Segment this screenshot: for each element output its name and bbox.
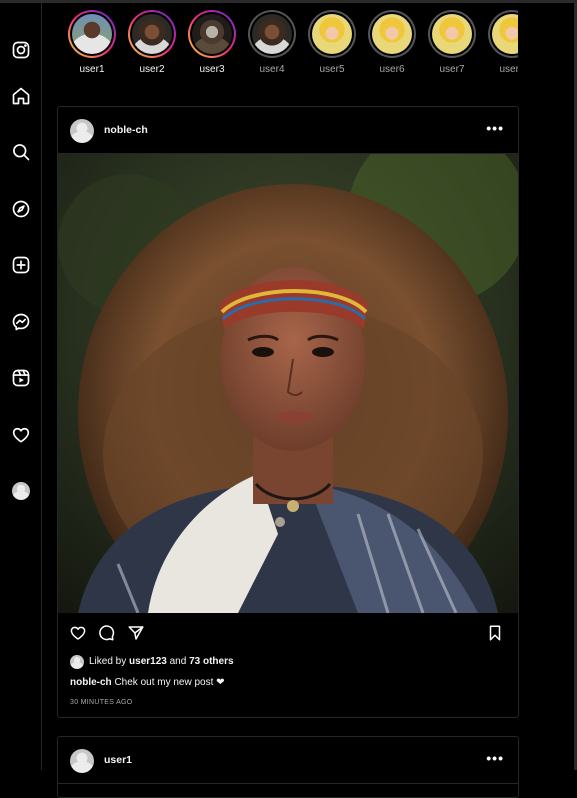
caption-username[interactable]: noble-ch: [70, 677, 112, 688]
story-label: user2: [139, 64, 165, 75]
post-username[interactable]: user1: [104, 754, 132, 766]
explore-icon[interactable]: [10, 198, 32, 220]
create-icon[interactable]: [10, 254, 32, 276]
story-ring: [488, 10, 518, 58]
avatar: [432, 14, 472, 54]
instagram-icon[interactable]: [10, 39, 32, 61]
portrait-photo: [58, 154, 518, 613]
story-user7[interactable]: user7: [422, 10, 482, 75]
likes-text: Liked by user123 and 73 others: [89, 656, 234, 667]
share-icon[interactable]: [127, 624, 147, 644]
story-ring: [188, 10, 236, 58]
sidebar-nav: [0, 3, 42, 770]
liked-by-user-link[interactable]: user123: [129, 656, 167, 667]
liked-by-and: and: [169, 656, 187, 667]
liked-by-prefix: Liked by: [89, 656, 127, 667]
story-user1[interactable]: user1: [62, 10, 122, 75]
avatar: [492, 14, 518, 54]
search-icon[interactable]: [10, 141, 32, 163]
story-user5[interactable]: user5: [302, 10, 362, 75]
stories-tray: user1 user2 user3 user4 user5 user6 user…: [62, 10, 518, 80]
heart-icon[interactable]: [10, 424, 32, 446]
like-heart-icon[interactable]: [69, 624, 89, 644]
post-timestamp: 30 MINUTES AGO: [70, 699, 133, 706]
post-actions: [58, 613, 518, 653]
story-user6[interactable]: user6: [362, 10, 422, 75]
story-label: user6: [379, 64, 405, 75]
avatar: [192, 14, 232, 54]
story-user8[interactable]: user8: [482, 10, 518, 75]
story-ring: [308, 10, 356, 58]
story-ring: [428, 10, 476, 58]
avatar[interactable]: [70, 119, 94, 143]
messenger-icon[interactable]: [10, 311, 32, 333]
story-label: user5: [319, 64, 345, 75]
post-username[interactable]: noble-ch: [104, 124, 148, 136]
story-label: user3: [199, 64, 225, 75]
more-options-icon[interactable]: •••: [486, 120, 504, 136]
story-ring: [68, 10, 116, 58]
story-label: user1: [79, 64, 105, 75]
story-ring: [368, 10, 416, 58]
story-label: user8: [499, 64, 518, 75]
avatar: [372, 14, 412, 54]
profile-icon[interactable]: [10, 480, 32, 502]
caption-text: Chek out my new post ❤: [114, 677, 225, 688]
story-user3[interactable]: user3: [182, 10, 242, 75]
avatar: [312, 14, 352, 54]
avatar: [70, 655, 84, 669]
post-caption: noble-ch Chek out my new post ❤: [58, 673, 518, 693]
story-user2[interactable]: user2: [122, 10, 182, 75]
avatar: [252, 14, 292, 54]
story-user4[interactable]: user4: [242, 10, 302, 75]
likes-row: Liked by user123 and 73 others: [58, 653, 518, 673]
bookmark-icon[interactable]: [486, 624, 506, 644]
avatar: [132, 14, 172, 54]
story-ring: [128, 10, 176, 58]
story-label: user4: [259, 64, 285, 75]
comment-icon[interactable]: [97, 624, 117, 644]
window-top-border: [0, 0, 577, 3]
post-image[interactable]: [58, 154, 518, 613]
feed-post: user1 •••: [57, 736, 519, 798]
liked-by-others-link[interactable]: 73 others: [189, 656, 233, 667]
avatar[interactable]: [70, 749, 94, 773]
feed-post: noble-ch ••• Liked by user123 and 73 oth…: [57, 106, 519, 718]
post-header: noble-ch •••: [58, 107, 518, 154]
home-icon[interactable]: [10, 85, 32, 107]
avatar: [72, 14, 112, 54]
post-header: user1 •••: [58, 737, 518, 784]
more-options-icon[interactable]: •••: [486, 750, 504, 766]
story-ring: [248, 10, 296, 58]
reels-icon[interactable]: [10, 367, 32, 389]
story-label: user7: [439, 64, 465, 75]
